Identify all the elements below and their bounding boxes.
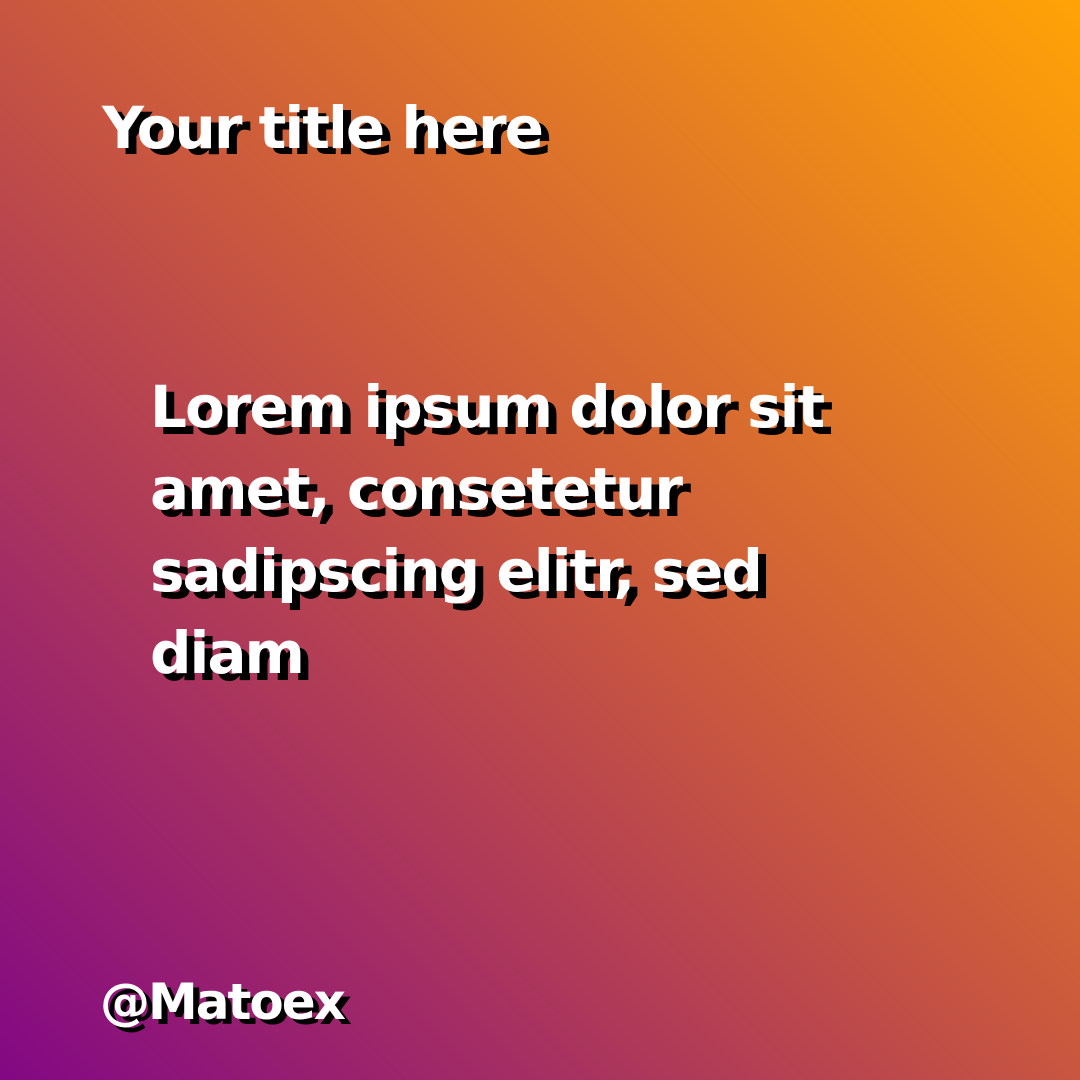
post-body-line: diam: [150, 619, 305, 687]
author-handle: @Matoex: [100, 973, 346, 1031]
post-body: Lorem ipsum dolor sit amet, consetetur s…: [150, 366, 930, 694]
post-title: Your title here: [102, 94, 544, 162]
social-post-card: Your title here Lorem ipsum dolor sit am…: [0, 0, 1080, 1080]
post-body-line: amet, consetetur: [150, 455, 683, 523]
post-body-line: Lorem ipsum dolor sit: [150, 373, 825, 441]
post-body-line: sadipscing elitr, sed: [150, 537, 763, 605]
